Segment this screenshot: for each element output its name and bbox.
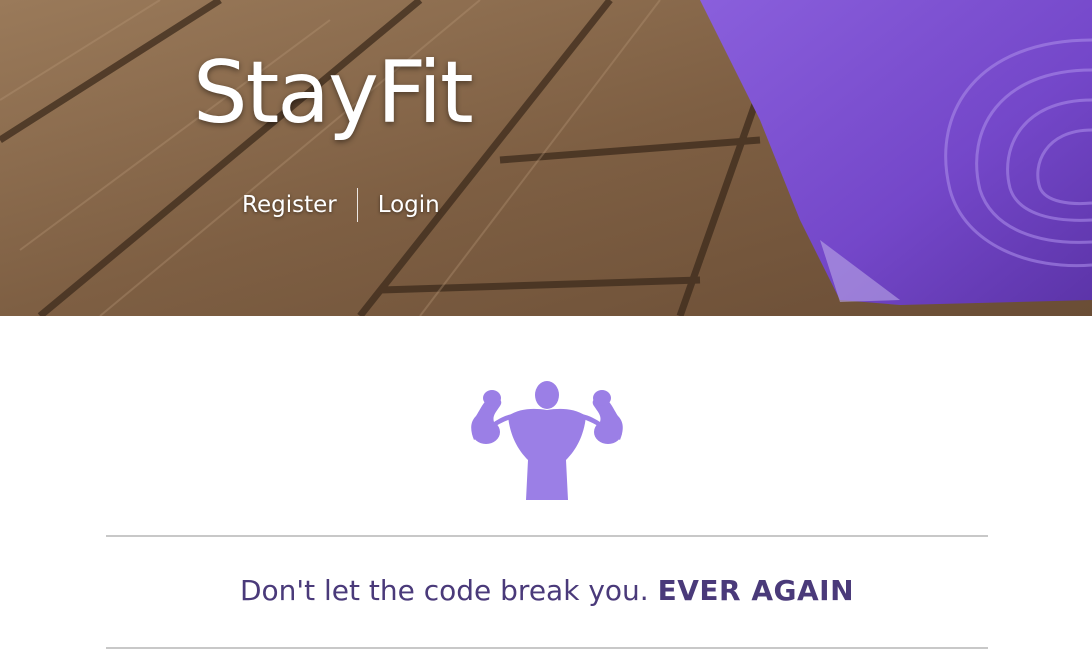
page: StayFit Register Login Don't let the cod… bbox=[0, 0, 1092, 664]
hero-nav: Register Login bbox=[230, 188, 452, 222]
tagline-emphasis: EVER AGAIN bbox=[657, 574, 854, 607]
nav-divider bbox=[356, 188, 358, 222]
login-link[interactable]: Login bbox=[366, 192, 452, 218]
register-link[interactable]: Register bbox=[230, 192, 349, 218]
divider-bottom bbox=[106, 647, 988, 649]
tagline-text: Don't let the code break you. bbox=[239, 574, 649, 607]
hero-background-image bbox=[0, 0, 1092, 316]
bodybuilder-flexing-icon bbox=[471, 381, 623, 500]
divider-top bbox=[106, 535, 988, 537]
tagline: Don't let the code break you. EVER AGAIN bbox=[106, 574, 988, 608]
brand-title: StayFit bbox=[193, 43, 474, 143]
hero-banner: StayFit Register Login bbox=[0, 0, 1092, 316]
